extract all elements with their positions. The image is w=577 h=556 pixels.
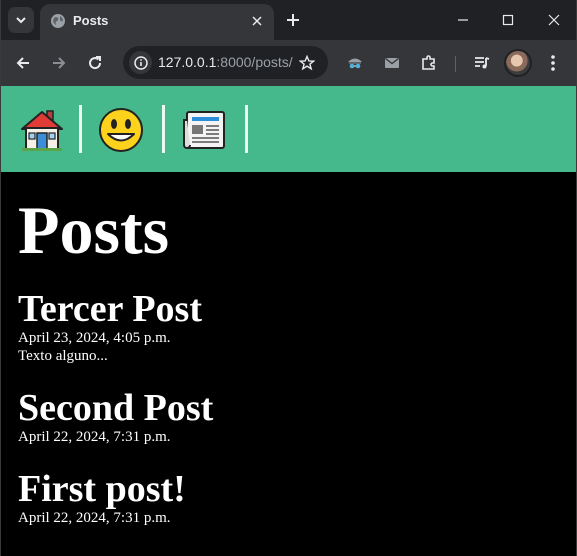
star-icon bbox=[299, 55, 315, 71]
extension-spy-button[interactable] bbox=[343, 51, 367, 75]
mail-icon bbox=[385, 57, 399, 68]
back-button[interactable] bbox=[11, 51, 35, 75]
url-path: :8000/posts/ bbox=[216, 54, 293, 70]
url-host: 127.0.0.1 bbox=[158, 54, 217, 70]
info-icon bbox=[133, 55, 148, 70]
smiley-face-icon bbox=[99, 108, 143, 152]
tab-title: Posts bbox=[73, 13, 109, 28]
media-controls-button[interactable] bbox=[470, 51, 494, 75]
minimize-button[interactable] bbox=[440, 0, 486, 40]
arrow-left-icon bbox=[16, 57, 29, 69]
bookmark-button[interactable] bbox=[298, 54, 316, 72]
maximize-icon bbox=[502, 14, 514, 26]
close-icon bbox=[548, 14, 560, 26]
url-text: 127.0.0.1:8000/posts/ bbox=[158, 54, 293, 71]
puzzle-icon bbox=[422, 55, 435, 70]
chevron-down-icon bbox=[16, 17, 26, 24]
nav-home-link[interactable] bbox=[19, 107, 65, 153]
browser-toolbar: 127.0.0.1:8000/posts/ bbox=[0, 40, 577, 86]
plus-icon bbox=[287, 14, 299, 26]
site-navbar bbox=[0, 86, 577, 172]
newspaper-icon bbox=[183, 111, 225, 149]
minimize-icon bbox=[458, 19, 468, 21]
browser-menu-button[interactable] bbox=[541, 51, 565, 75]
nav-separator bbox=[79, 105, 82, 153]
page-title: Posts bbox=[18, 192, 170, 268]
profile-avatar[interactable] bbox=[504, 49, 532, 77]
tab-posts[interactable]: Posts bbox=[40, 4, 274, 40]
post-title[interactable]: Second Post bbox=[18, 387, 558, 429]
post-excerpt: Texto alguno... bbox=[18, 348, 108, 364]
post-date: April 22, 2024, 7:31 p.m. bbox=[18, 510, 171, 526]
new-tab-button[interactable] bbox=[281, 8, 305, 32]
site-info-button[interactable] bbox=[129, 51, 152, 74]
tab-strip: Posts bbox=[0, 0, 577, 40]
reload-button[interactable] bbox=[83, 51, 107, 75]
post-item: First post! April 22, 2024, 7:31 p.m. bbox=[18, 468, 558, 527]
post-item: Tercer Post April 23, 2024, 4:05 p.m. Te… bbox=[18, 288, 558, 365]
reload-icon bbox=[89, 56, 102, 70]
post-date: April 23, 2024, 4:05 p.m. bbox=[18, 330, 171, 346]
house-icon bbox=[21, 110, 63, 151]
close-icon bbox=[252, 16, 262, 26]
toolbar-divider bbox=[455, 56, 456, 72]
nav-separator bbox=[245, 105, 248, 153]
arrow-right-icon bbox=[53, 57, 66, 69]
more-vertical-icon bbox=[551, 55, 555, 71]
extension-mail-button[interactable] bbox=[380, 51, 404, 75]
nav-separator bbox=[162, 105, 165, 153]
maximize-button[interactable] bbox=[485, 0, 531, 40]
post-date: April 22, 2024, 7:31 p.m. bbox=[18, 429, 171, 445]
post-title[interactable]: First post! bbox=[18, 468, 558, 510]
tab-search-button[interactable] bbox=[8, 7, 34, 33]
post-item: Second Post April 22, 2024, 7:31 p.m. bbox=[18, 387, 558, 446]
spy-extension-icon bbox=[348, 58, 362, 69]
queue-music-icon bbox=[475, 57, 490, 69]
forward-button[interactable] bbox=[47, 51, 71, 75]
nav-profile-link[interactable] bbox=[98, 107, 144, 153]
address-bar[interactable]: 127.0.0.1:8000/posts/ bbox=[123, 46, 328, 79]
extensions-button[interactable] bbox=[417, 51, 441, 75]
post-title[interactable]: Tercer Post bbox=[18, 288, 558, 330]
tab-close-button[interactable] bbox=[248, 12, 266, 30]
globe-icon bbox=[51, 14, 65, 28]
window-close-button[interactable] bbox=[531, 0, 577, 40]
nav-posts-link[interactable] bbox=[181, 107, 227, 153]
window-border bbox=[0, 0, 1, 556]
